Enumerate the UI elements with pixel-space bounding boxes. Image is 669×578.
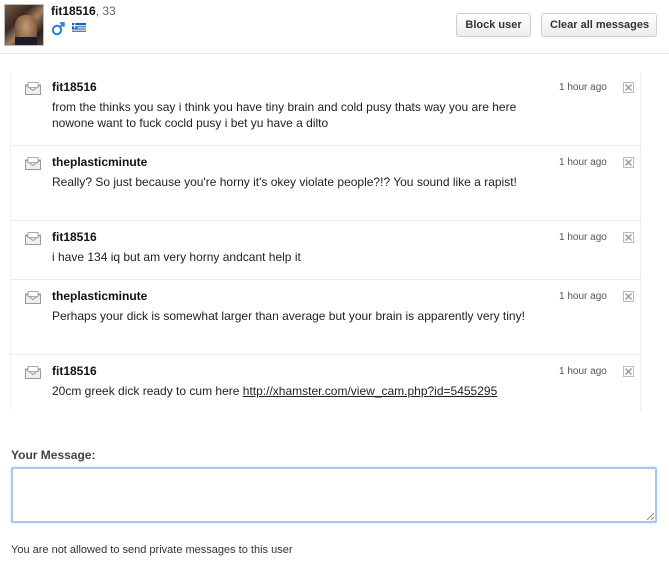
message-time: 1 hour ago bbox=[559, 291, 607, 302]
send-restriction-notice: You are not allowed to send private mess… bbox=[11, 544, 293, 556]
envelope-icon bbox=[25, 82, 41, 95]
delete-message-icon[interactable] bbox=[623, 82, 634, 93]
delete-message-icon[interactable] bbox=[623, 232, 634, 243]
user-age: , 33 bbox=[95, 4, 116, 18]
message-text: Perhaps your dick is somewhat larger tha… bbox=[52, 309, 525, 323]
message-link[interactable]: http://xhamster.com/view_cam.php?id=5455… bbox=[243, 384, 497, 398]
message-item: fit18516 i have 134 iq but am very horny… bbox=[11, 222, 642, 280]
message-item: theplasticminute Perhaps your dick is so… bbox=[11, 281, 642, 355]
male-symbol-icon bbox=[51, 22, 65, 36]
message-text: Really? So just because you're horny it'… bbox=[52, 175, 517, 189]
message-time: 1 hour ago bbox=[559, 366, 607, 377]
message-item: fit18516 20cm greek dick ready to cum he… bbox=[11, 356, 642, 412]
message-time: 1 hour ago bbox=[559, 157, 607, 168]
message-text: from the thinks you say i think you have… bbox=[52, 100, 517, 130]
avatar[interactable] bbox=[4, 4, 44, 46]
resize-grip-icon[interactable] bbox=[645, 511, 655, 521]
delete-message-icon[interactable] bbox=[623, 291, 634, 302]
delete-message-icon[interactable] bbox=[623, 366, 634, 377]
message-sender[interactable]: fit18516 bbox=[52, 364, 97, 378]
message-text-prefix: 20cm greek dick ready to cum here bbox=[52, 384, 243, 398]
username[interactable]: fit18516 bbox=[51, 4, 96, 18]
message-sender[interactable]: theplasticminute bbox=[52, 289, 147, 303]
message-list: fit18516 from the thinks you say i think… bbox=[10, 72, 642, 412]
message-text: i have 134 iq but am very horny andcant … bbox=[52, 250, 301, 264]
message-sender[interactable]: fit18516 bbox=[52, 80, 97, 94]
message-time: 1 hour ago bbox=[559, 232, 607, 243]
message-item: theplasticminute Really? So just because… bbox=[11, 147, 642, 221]
avatar-photo-shorts bbox=[15, 37, 37, 45]
delete-message-icon[interactable] bbox=[623, 157, 634, 168]
envelope-icon bbox=[25, 157, 41, 170]
message-text: 20cm greek dick ready to cum here http:/… bbox=[52, 383, 552, 399]
envelope-icon bbox=[25, 366, 41, 379]
greece-flag-icon bbox=[72, 23, 86, 33]
envelope-icon bbox=[25, 291, 41, 304]
user-name-line: fit18516, 33 bbox=[51, 4, 116, 18]
block-user-button[interactable]: Block user bbox=[456, 13, 531, 37]
message-time: 1 hour ago bbox=[559, 82, 607, 93]
your-message-label: Your Message: bbox=[11, 448, 96, 462]
clear-all-messages-button[interactable]: Clear all messages bbox=[541, 13, 657, 37]
conversation-header: fit18516, 33 Block user Clear all messag… bbox=[0, 0, 669, 54]
message-input[interactable] bbox=[11, 467, 657, 523]
message-sender[interactable]: fit18516 bbox=[52, 230, 97, 244]
message-item: fit18516 from the thinks you say i think… bbox=[11, 72, 642, 146]
envelope-icon bbox=[25, 232, 41, 245]
message-sender[interactable]: theplasticminute bbox=[52, 155, 147, 169]
